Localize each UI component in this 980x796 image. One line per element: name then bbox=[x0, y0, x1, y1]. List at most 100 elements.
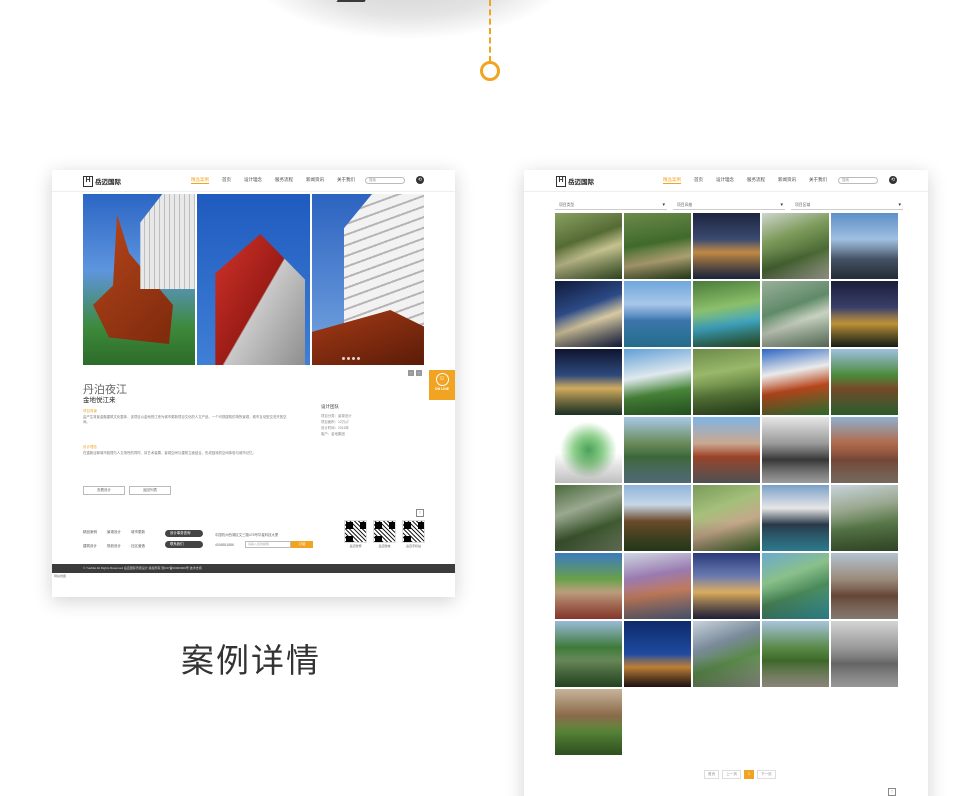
case-thumbnail[interactable] bbox=[693, 281, 760, 347]
nav-item-concept[interactable]: 设计理念 bbox=[716, 177, 734, 184]
section-caption: 案例详情 bbox=[181, 642, 321, 679]
footer-link[interactable]: 社区营造 bbox=[131, 544, 157, 549]
case-thumbnail[interactable] bbox=[555, 621, 622, 687]
nav-item-process[interactable]: 服务流程 bbox=[747, 177, 765, 184]
case-thumbnail[interactable] bbox=[624, 213, 691, 279]
info-title: 设计团队 bbox=[321, 404, 339, 409]
nav-item-process[interactable]: 服务流程 bbox=[275, 177, 293, 184]
case-thumbnail[interactable] bbox=[555, 213, 622, 279]
case-thumbnail[interactable] bbox=[762, 553, 829, 619]
hero-image-tower[interactable] bbox=[311, 194, 424, 365]
case-thumbnail[interactable] bbox=[624, 417, 691, 483]
case-thumbnail[interactable] bbox=[693, 485, 760, 551]
case-thumbnail[interactable] bbox=[693, 417, 760, 483]
hero-dot[interactable] bbox=[342, 357, 345, 360]
nav-item-home[interactable]: 首页 bbox=[222, 177, 231, 184]
slide-arrows: ‹ › bbox=[408, 370, 422, 376]
case-thumbnail[interactable] bbox=[693, 553, 760, 619]
qr-codes: 岳迈微博 岳迈微信 岳迈手机站 bbox=[344, 520, 425, 548]
share-icon[interactable]: ⟲ bbox=[889, 176, 897, 184]
nav-item-cases[interactable]: 精品案例 bbox=[663, 177, 681, 184]
nav-item-concept[interactable]: 设计理念 bbox=[244, 177, 262, 184]
case-thumbnail[interactable] bbox=[831, 553, 898, 619]
filter-type-select[interactable]: 项目类型 bbox=[555, 202, 667, 210]
footer-link[interactable]: 精品案例 bbox=[83, 530, 107, 535]
nav-item-home[interactable]: 首页 bbox=[694, 177, 703, 184]
arrow-right-icon[interactable]: › bbox=[416, 370, 422, 376]
case-thumbnail[interactable] bbox=[762, 281, 829, 347]
pager-next[interactable]: 下一页 bbox=[756, 770, 776, 779]
case-thumbnail[interactable] bbox=[831, 281, 898, 347]
subscribe-email-input[interactable]: 请输入您的邮箱 bbox=[245, 541, 291, 548]
footer-link[interactable]: 规划设计 bbox=[107, 544, 131, 549]
footer-link[interactable]: 城市更新 bbox=[131, 530, 157, 535]
sitemap-link[interactable]: 网站地图 bbox=[52, 574, 66, 578]
back-to-top-icon[interactable]: ↑ bbox=[888, 788, 896, 796]
case-thumbnail[interactable] bbox=[624, 349, 691, 415]
nav-item-news[interactable]: 新闻资讯 bbox=[306, 177, 324, 184]
list-logo[interactable]: H 岳迈国际 bbox=[556, 175, 594, 187]
case-thumbnail[interactable] bbox=[555, 485, 622, 551]
subscribe-button[interactable]: 订阅 bbox=[291, 541, 313, 548]
case-thumbnail[interactable] bbox=[555, 417, 622, 483]
nav-item-about[interactable]: 关于我们 bbox=[337, 177, 355, 184]
case-thumbnail[interactable] bbox=[762, 621, 829, 687]
hero-image-sculpture[interactable] bbox=[83, 194, 196, 365]
case-thumbnail[interactable] bbox=[762, 417, 829, 483]
case-thumbnail[interactable] bbox=[693, 213, 760, 279]
case-thumbnail[interactable] bbox=[624, 621, 691, 687]
qr-mobile: 岳迈手机站 bbox=[402, 520, 425, 548]
case-thumbnail[interactable] bbox=[624, 281, 691, 347]
pager-first[interactable]: 首页 bbox=[704, 770, 720, 779]
contact-pill-button[interactable]: 联系我们 bbox=[165, 541, 203, 548]
filter-bar: 项目类型 项目风格 项目区域 bbox=[555, 202, 903, 210]
case-thumbnail[interactable] bbox=[762, 213, 829, 279]
case-thumbnail[interactable] bbox=[831, 349, 898, 415]
case-thumbnail[interactable] bbox=[555, 349, 622, 415]
case-thumbnail[interactable] bbox=[624, 553, 691, 619]
logo-mark-icon: H bbox=[83, 175, 93, 187]
nav-item-cases[interactable]: 精品案例 bbox=[191, 177, 209, 184]
case-thumbnail[interactable] bbox=[762, 485, 829, 551]
case-thumbnail[interactable] bbox=[555, 689, 622, 755]
footer-phone: 4006551886 bbox=[215, 543, 234, 547]
hero-dot[interactable] bbox=[357, 357, 360, 360]
filter-region-select[interactable]: 项目区域 bbox=[791, 202, 903, 210]
footer-link[interactable]: 景观设计 bbox=[107, 530, 131, 535]
list-nav-items: 精品案例 首页 设计理念 服务流程 新闻资讯 关于我们 bbox=[663, 177, 827, 184]
view-design-button[interactable]: 查看设计 bbox=[83, 486, 125, 495]
pager-page[interactable]: 1 bbox=[743, 770, 754, 779]
back-to-list-button[interactable]: 返回列表 bbox=[129, 486, 171, 495]
back-to-top-icon[interactable]: ↑ bbox=[416, 509, 424, 517]
nav-item-about[interactable]: 关于我们 bbox=[809, 177, 827, 184]
case-thumbnail[interactable] bbox=[555, 281, 622, 347]
footer-link[interactable]: 建筑设计 bbox=[83, 544, 107, 549]
case-thumbnail[interactable] bbox=[693, 621, 760, 687]
pager-prev[interactable]: 上一页 bbox=[722, 770, 741, 779]
case-thumbnail[interactable] bbox=[555, 553, 622, 619]
hero-image-wall[interactable] bbox=[197, 194, 310, 365]
list-nav-bar: H 岳迈国际 精品案例 首页 设计理念 服务流程 新闻资讯 关于我们 搜索 ⟲ bbox=[524, 170, 928, 192]
detail-logo[interactable]: H 岳迈国际 bbox=[83, 175, 121, 187]
consult-pill-button[interactable]: 设计事务咨询 bbox=[165, 530, 203, 537]
case-thumbnail[interactable] bbox=[831, 485, 898, 551]
section-label-concept: 设计理念 bbox=[83, 445, 97, 449]
case-thumbnail[interactable] bbox=[831, 621, 898, 687]
logo-text: 岳迈国际 bbox=[95, 179, 121, 186]
case-thumbnail[interactable] bbox=[762, 349, 829, 415]
case-thumbnail[interactable] bbox=[624, 485, 691, 551]
case-thumbnail[interactable] bbox=[693, 349, 760, 415]
case-thumbnail[interactable] bbox=[831, 213, 898, 279]
online-chat-button[interactable]: ☺ ON LINE bbox=[429, 370, 455, 400]
case-thumbnail[interactable] bbox=[831, 417, 898, 483]
nav-item-news[interactable]: 新闻资讯 bbox=[778, 177, 796, 184]
detail-search-input[interactable]: 搜索 bbox=[365, 177, 405, 184]
share-icon[interactable]: ⟲ bbox=[416, 176, 424, 184]
section-text-background: 由产生背景金融建筑文化整体，该项目以金地悦江来为城市更新项目文化的人文产品，一个… bbox=[83, 415, 287, 424]
list-search-input[interactable]: 搜索 bbox=[838, 177, 878, 184]
arrow-left-icon[interactable]: ‹ bbox=[408, 370, 414, 376]
online-label: ON LINE bbox=[434, 387, 450, 391]
hero-dot[interactable] bbox=[352, 357, 355, 360]
filter-style-select[interactable]: 项目风格 bbox=[673, 202, 785, 210]
hero-dot[interactable] bbox=[347, 357, 350, 360]
